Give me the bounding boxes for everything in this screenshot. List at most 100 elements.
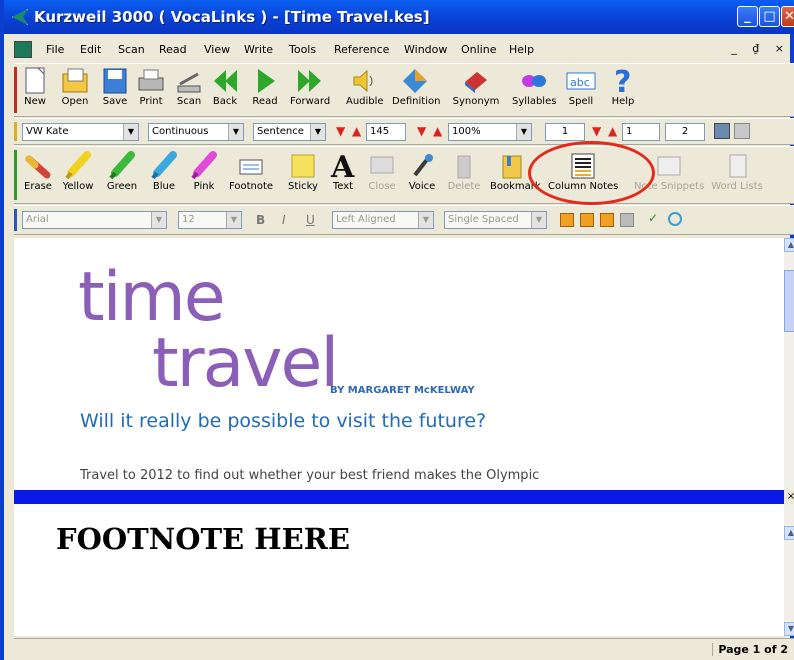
menu-help[interactable]: Help xyxy=(509,43,534,56)
scroll-up-icon[interactable]: ▲ xyxy=(784,238,794,252)
toolbar-grip[interactable] xyxy=(14,122,17,141)
zoom-select[interactable]: 100% ▼ xyxy=(448,123,532,141)
spell-button[interactable]: abc Spell xyxy=(564,66,598,107)
draft-icon[interactable] xyxy=(620,213,634,227)
total-pages-button[interactable]: 2 xyxy=(665,123,705,141)
menu-bar: File Edit Scan Read View Write Tools Ref… xyxy=(12,38,794,62)
menu-view[interactable]: View xyxy=(204,43,230,56)
application-window: Kurzweil 3000 ( VocaLinks ) - [Time Trav… xyxy=(0,0,794,660)
chevron-down-icon: ▼ xyxy=(151,212,166,228)
current-page-button[interactable]: 1 xyxy=(545,123,585,141)
underline-button[interactable]: U xyxy=(306,213,315,227)
voice-select[interactable]: VW Kate ▼ xyxy=(22,123,139,141)
forward-button[interactable]: Forward xyxy=(290,66,330,107)
text-note-button[interactable]: A Text xyxy=(328,149,358,192)
footnote-pane[interactable]: FOOTNOTE HERE xyxy=(14,504,784,636)
font-size-select[interactable]: 12 ▼ xyxy=(178,211,242,229)
toolbar-grip[interactable] xyxy=(14,209,17,231)
synonym-book-icon xyxy=(465,72,487,93)
article-title-travel: travel xyxy=(152,324,339,403)
line-spacing-select[interactable]: Single Spaced ▼ xyxy=(444,211,547,229)
title-bar[interactable]: Kurzweil 3000 ( VocaLinks ) - [Time Trav… xyxy=(4,0,794,34)
help-button[interactable]: ? Help xyxy=(608,64,638,107)
document-view[interactable]: time travel BY MARGARET McKELWAY Will it… xyxy=(14,238,644,490)
delete-note-button[interactable]: Delete xyxy=(446,151,482,192)
kurzweil-app-icon[interactable] xyxy=(12,9,28,25)
print-button[interactable]: Print xyxy=(136,66,166,107)
scan-button[interactable]: Scan xyxy=(174,66,204,107)
erase-button[interactable]: Erase xyxy=(22,151,54,192)
close-pane-icon[interactable]: × xyxy=(784,490,794,504)
column-format-icon[interactable] xyxy=(560,213,574,227)
close-button[interactable]: ✕ xyxy=(781,6,794,27)
pane-splitter[interactable] xyxy=(14,490,784,504)
article-subtitle: Will it really be possible to visit the … xyxy=(80,410,487,432)
zoom-up-icon[interactable]: ▲ xyxy=(433,124,442,138)
page-up-icon[interactable]: ▲ xyxy=(608,124,617,138)
menu-tools[interactable]: Tools xyxy=(289,43,316,56)
word-lists-button[interactable]: Word Lists xyxy=(710,151,764,192)
pink-highlighter-icon xyxy=(191,151,217,180)
read-button[interactable]: Read xyxy=(250,66,280,107)
bold-button[interactable]: B xyxy=(256,213,265,227)
document-system-menu-icon[interactable] xyxy=(14,41,32,58)
page-field[interactable]: 1 xyxy=(622,123,660,141)
zoom-down-icon[interactable]: ▼ xyxy=(417,124,426,138)
save-button[interactable]: Save xyxy=(100,66,130,107)
toolbar-grip[interactable] xyxy=(14,67,17,113)
close-note-button[interactable]: Close xyxy=(366,151,398,192)
font-select[interactable]: Arial ▼ xyxy=(22,211,167,229)
menu-reference[interactable]: Reference xyxy=(334,43,389,56)
outline-icon[interactable] xyxy=(580,213,594,227)
italic-button[interactable]: I xyxy=(282,213,286,227)
green-highlighter-button[interactable]: Green xyxy=(104,151,140,192)
speed-up-icon[interactable]: ▲ xyxy=(352,124,361,138)
menu-write[interactable]: Write xyxy=(244,43,273,56)
syllables-button[interactable]: Syllables xyxy=(512,66,556,107)
menu-file[interactable]: File xyxy=(46,43,64,56)
open-button[interactable]: Open xyxy=(58,66,92,107)
reading-toolbar: VW Kate ▼ Continuous ▼ Sentence ▼ ▼ ▲ 145 ▼… xyxy=(14,118,794,145)
page-down-icon[interactable]: ▼ xyxy=(592,124,601,138)
scroll-thumb[interactable] xyxy=(784,270,794,332)
reading-mode-select[interactable]: Continuous ▼ xyxy=(148,123,244,141)
definition-button[interactable]: Definition xyxy=(392,66,440,107)
svg-text:?: ? xyxy=(614,65,631,96)
scroll-up-icon[interactable]: ▲ xyxy=(784,526,794,540)
sticky-note-button[interactable]: Sticky xyxy=(286,151,320,192)
toolbar-grip[interactable] xyxy=(14,150,17,200)
menu-scan[interactable]: Scan xyxy=(118,43,145,56)
chevron-down-icon: ▼ xyxy=(228,124,243,140)
spell-check-icon[interactable]: ✓ xyxy=(648,211,658,225)
speed-field[interactable]: 145 xyxy=(366,123,406,141)
yellow-highlighter-button[interactable]: Yellow xyxy=(60,151,96,192)
graphic-organizer-icon[interactable] xyxy=(600,213,614,227)
word-prediction-icon[interactable] xyxy=(668,212,682,226)
menu-edit[interactable]: Edit xyxy=(80,43,101,56)
alignment-select[interactable]: Left Aligned ▼ xyxy=(332,211,434,229)
menu-window[interactable]: Window xyxy=(404,43,447,56)
highlight-circle xyxy=(528,141,655,205)
speed-down-icon[interactable]: ▼ xyxy=(336,124,345,138)
blue-highlighter-button[interactable]: Blue xyxy=(148,151,180,192)
view-text-icon[interactable] xyxy=(734,123,750,139)
back-button[interactable]: Back xyxy=(210,66,240,107)
scroll-down-icon[interactable]: ▼ xyxy=(784,622,794,636)
voice-note-button[interactable]: Voice xyxy=(406,151,438,192)
audible-button[interactable]: Audible xyxy=(346,66,384,107)
view-image-icon[interactable] xyxy=(714,123,730,139)
chevron-down-icon: ▼ xyxy=(310,124,325,140)
menu-online[interactable]: Online xyxy=(461,43,496,56)
new-button[interactable]: New xyxy=(20,66,50,107)
minimize-button[interactable]: _ xyxy=(737,6,758,27)
pink-highlighter-button[interactable]: Pink xyxy=(188,151,220,192)
menu-read[interactable]: Read xyxy=(159,43,187,56)
footnote-button[interactable]: Footnote xyxy=(228,151,274,192)
synonym-button[interactable]: Synonym xyxy=(452,66,500,107)
svg-text:abc: abc xyxy=(570,76,590,89)
document-scrollbar[interactable]: ▲ xyxy=(784,238,794,490)
footnote-scrollbar[interactable]: ▲ ▼ xyxy=(784,504,794,636)
reading-unit-select[interactable]: Sentence ▼ xyxy=(253,123,326,141)
maximize-button[interactable]: □ xyxy=(759,6,780,27)
mdi-window-controls[interactable]: _ ₫ × xyxy=(731,42,790,55)
